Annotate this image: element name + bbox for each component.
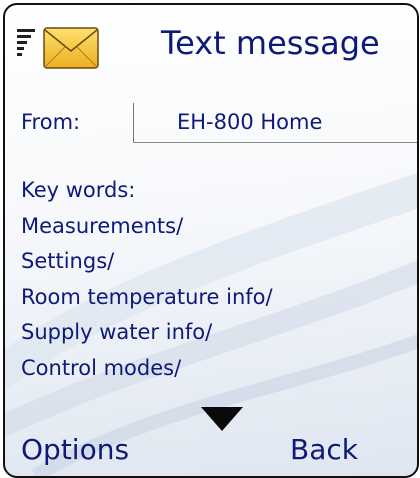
message-line: Key words: xyxy=(21,178,136,202)
from-label: From: xyxy=(21,110,81,134)
message-line: Control modes/ xyxy=(21,355,182,380)
phone-screen: Text message From: EH-800 Home Key words… xyxy=(3,3,419,478)
from-underline xyxy=(133,142,417,143)
envelope-icon xyxy=(43,27,99,69)
message-line: Room temperature info/ xyxy=(21,284,273,309)
options-softkey[interactable]: Options xyxy=(21,431,129,469)
signal-strength-icon xyxy=(17,29,35,57)
back-softkey[interactable]: Back xyxy=(290,431,358,469)
scroll-down-arrow-icon[interactable] xyxy=(201,407,243,431)
screen-title: Text message xyxy=(161,24,380,62)
message-line: Measurements/ xyxy=(21,213,184,238)
message-body: Key words: Measurements/ Settings/ Room … xyxy=(21,173,273,386)
from-divider xyxy=(133,103,134,143)
message-line: Settings/ xyxy=(21,249,115,273)
message-line: Supply water info/ xyxy=(21,320,213,344)
sender-value: EH-800 Home xyxy=(177,110,323,134)
